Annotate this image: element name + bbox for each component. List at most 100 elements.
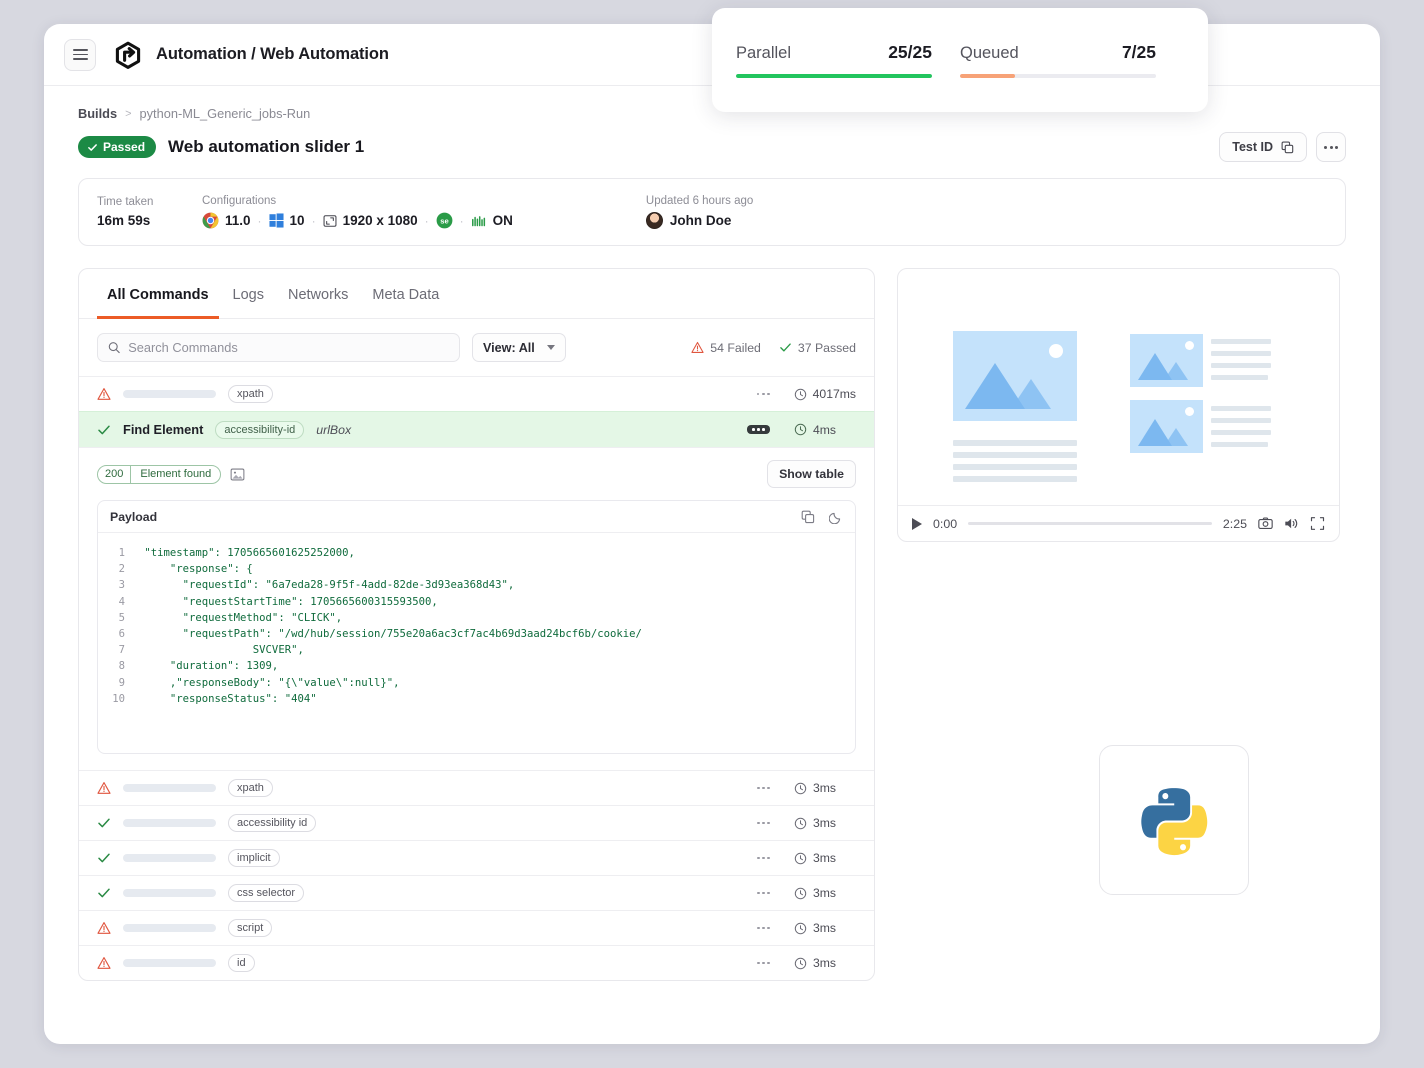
breadcrumb-separator-icon: > — [125, 108, 131, 120]
row-duration: 3ms — [794, 781, 856, 795]
payload-title: Payload — [110, 510, 157, 524]
row-duration-label: 3ms — [813, 921, 836, 935]
placeholder-text-line — [1211, 430, 1271, 435]
placeholder-text-line — [1211, 351, 1271, 356]
time-taken-value: 16m 59s — [97, 213, 202, 228]
tab-logs[interactable]: Logs — [223, 269, 274, 319]
tab-networks[interactable]: Networks — [278, 269, 358, 319]
row-duration: 3ms — [794, 851, 856, 865]
more-options-button[interactable] — [1316, 132, 1346, 162]
progress-slider[interactable] — [968, 522, 1212, 525]
config-separator: · — [460, 214, 464, 228]
row-duration: 3ms — [794, 886, 856, 900]
line-number: 2 — [98, 561, 138, 577]
time-taken-block: Time taken 16m 59s — [97, 196, 202, 228]
table-row[interactable]: css selector 3ms — [79, 875, 874, 910]
show-table-button[interactable]: Show table — [767, 460, 856, 488]
row-actions: 4017ms — [757, 387, 856, 401]
camera-icon[interactable] — [1258, 516, 1273, 531]
copy-icon[interactable] — [801, 510, 815, 524]
row-more-button[interactable] — [757, 822, 770, 825]
locator-chip: accessibility id — [228, 814, 316, 832]
code-line: 10 "responseStatus": "404" — [98, 691, 855, 707]
placeholder-text-line — [1211, 375, 1268, 380]
placeholder-text-line — [953, 464, 1077, 470]
placeholder-text-line — [953, 476, 1077, 482]
row-more-button[interactable] — [757, 927, 770, 930]
row-more-button[interactable] — [757, 892, 770, 895]
table-row[interactable]: accessibility id 3ms — [79, 805, 874, 840]
image-icon[interactable] — [230, 467, 245, 482]
search-input[interactable] — [128, 340, 449, 355]
tab-meta-data[interactable]: Meta Data — [362, 269, 449, 319]
row-actions: 3ms — [757, 956, 856, 970]
config-separator: · — [258, 214, 262, 228]
stat-queued-label: Queued — [960, 44, 1019, 63]
config-os-label: 10 — [290, 213, 305, 228]
row-more-button[interactable] — [747, 425, 770, 434]
breadcrumb-builds[interactable]: Builds — [78, 106, 117, 121]
row-duration: 4ms — [794, 423, 856, 437]
stat-parallel-track — [736, 74, 932, 78]
table-row[interactable]: xpath 4017ms — [79, 376, 874, 411]
row-more-button[interactable] — [757, 787, 770, 790]
table-row[interactable]: id 3ms — [79, 945, 874, 980]
python-logo-icon — [1136, 782, 1212, 858]
hamburger-icon[interactable] — [64, 39, 96, 71]
table-row[interactable]: xpath 3ms — [79, 770, 874, 805]
row-more-button[interactable] — [757, 393, 770, 396]
code-line: 7 SVCVER", — [98, 642, 855, 658]
locator-chip: xpath — [228, 385, 273, 403]
configurations-list: 11.0 · 10 · — [202, 212, 513, 229]
locator-chip: css selector — [228, 884, 304, 902]
locator-chip: script — [228, 919, 272, 937]
main-content: All Commands Logs Networks Meta Data Vie… — [44, 246, 1380, 981]
command-target: urlBox — [316, 423, 351, 437]
line-content: "requestMethod": "CLICK", — [138, 610, 342, 626]
placeholder-text-line — [1211, 339, 1271, 344]
test-id-button[interactable]: Test ID — [1219, 132, 1307, 162]
row-more-button[interactable] — [757, 962, 770, 965]
command-name-placeholder — [123, 784, 216, 792]
stat-queued: Queued 7/25 — [960, 42, 1184, 78]
volume-icon[interactable] — [1284, 516, 1299, 531]
network-signal-icon — [471, 214, 487, 228]
placeholder-text-line — [953, 440, 1077, 446]
fullscreen-icon[interactable] — [1310, 516, 1325, 531]
svg-text:se: se — [440, 217, 449, 226]
placeholder-text-line — [1211, 363, 1271, 368]
status-code: 200 — [98, 466, 131, 483]
line-number: 8 — [98, 658, 138, 674]
status-text: Element found — [131, 466, 220, 483]
stat-queued-fill — [960, 74, 1015, 78]
updated-block: Updated 6 hours ago John Doe — [646, 195, 753, 229]
moon-icon[interactable] — [829, 510, 843, 524]
payload-section: Payload 1 "timestamp": 170566 — [79, 500, 874, 770]
play-icon[interactable] — [912, 518, 922, 530]
warning-triangle-icon — [97, 956, 111, 970]
row-duration-label: 4017ms — [813, 387, 856, 401]
check-icon — [779, 341, 792, 354]
stat-parallel-label: Parallel — [736, 44, 791, 63]
row-actions: 3ms — [757, 781, 856, 795]
locator-chip: implicit — [228, 849, 280, 867]
tab-all-commands[interactable]: All Commands — [97, 269, 219, 319]
code-line: 5 "requestMethod": "CLICK", — [98, 610, 855, 626]
summary-card: Time taken 16m 59s Configurations 11.0 — [78, 178, 1346, 246]
placeholder-image-large — [953, 331, 1077, 421]
row-more-button[interactable] — [757, 857, 770, 860]
search-commands-box[interactable] — [97, 333, 460, 362]
table-row[interactable]: script 3ms — [79, 910, 874, 945]
check-icon — [97, 851, 111, 865]
row-actions: 4ms — [747, 423, 856, 437]
table-row-selected[interactable]: Find Element accessibility-id urlBox 4ms — [79, 411, 874, 447]
row-duration-label: 4ms — [813, 423, 836, 437]
row-actions: 3ms — [757, 816, 856, 830]
line-number: 7 — [98, 642, 138, 658]
row-actions: 3ms — [757, 851, 856, 865]
view-filter-select[interactable]: View: All — [472, 333, 566, 362]
copy-icon — [1281, 141, 1294, 154]
row-duration: 3ms — [794, 816, 856, 830]
line-number: 1 — [98, 545, 138, 561]
table-row[interactable]: implicit 3ms — [79, 840, 874, 875]
